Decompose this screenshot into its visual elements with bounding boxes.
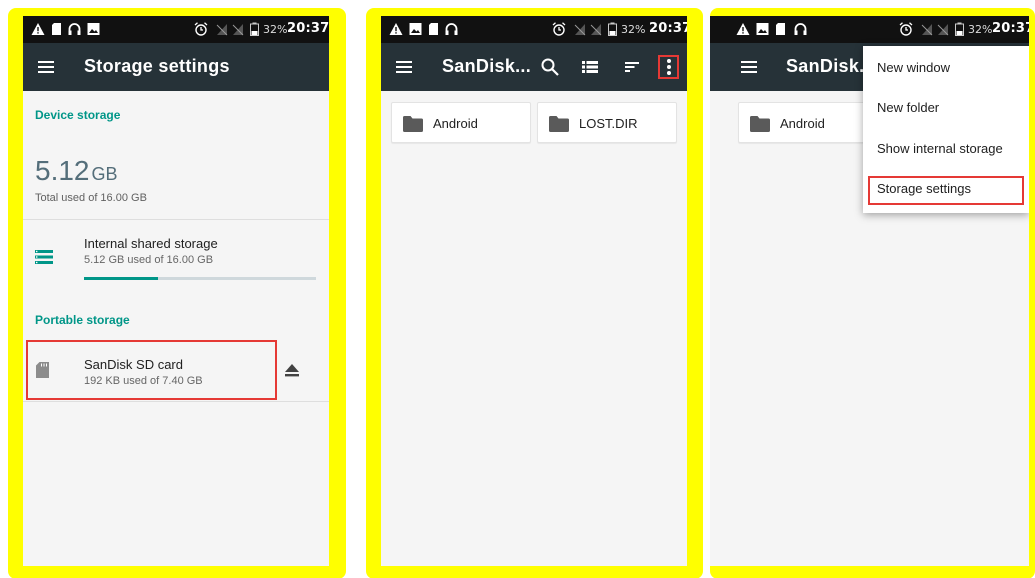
storage-list-icon [35,250,53,264]
status-bar: 32% 20:37 [381,16,687,43]
menu-item-label: New folder [877,100,940,115]
sort-icon[interactable] [621,56,643,78]
folder-card-android[interactable]: Android [391,102,531,143]
folder-name: Android [780,116,825,131]
sd-card-icon [429,23,438,35]
image-icon [756,23,769,35]
alarm-icon [194,22,208,36]
internal-storage-title: Internal shared storage [84,236,218,251]
headset-icon [445,23,458,35]
highlight-sd-card [26,340,277,400]
menu-item-new-folder[interactable]: New folder [863,88,1029,128]
no-signal-icon [216,24,228,36]
no-signal-icon [937,24,949,36]
battery-percent: 32% [968,23,993,36]
phone-screen-storage-settings: 32% 20:37 Storage settings Device storag… [23,16,329,566]
phone-screen-sd-browser: 32% 20:37 SanDisk... Android LOST.DIR [381,16,687,566]
clock: 20:37 [287,21,329,36]
folder-icon [549,116,569,132]
page-title: SanDisk... [786,56,876,76]
device-total-unit: GB [91,164,118,184]
internal-storage-progress [84,277,316,280]
divider [23,401,329,402]
battery-icon [608,22,617,36]
warning-icon [31,23,45,35]
internal-storage-row[interactable]: Internal shared storage 5.12 GB used of … [23,220,329,292]
warning-icon [389,23,403,35]
internal-storage-progress-fill [84,277,159,280]
menu-item-show-internal-storage[interactable]: Show internal storage [863,129,1029,169]
internal-storage-subtitle: 5.12 GB used of 16.00 GB [84,254,214,266]
warning-icon [736,23,750,35]
page-title: Storage settings [84,56,230,76]
battery-icon [250,22,259,36]
no-signal-icon [590,24,602,36]
battery-icon [955,22,964,36]
sd-card-icon [52,23,61,35]
app-toolbar: SanDisk... [381,43,687,91]
portable-storage-header: Portable storage [35,313,130,327]
sd-card-icon [776,23,785,35]
clock: 20:37 [649,21,687,36]
device-storage-header: Device storage [35,108,121,122]
menu-item-new-window[interactable]: New window [863,48,1029,88]
device-total-value: 5.12 [35,155,90,186]
no-signal-icon [232,24,244,36]
device-total-caption: Total used of 16.00 GB [35,192,147,204]
no-signal-icon [574,24,586,36]
hamburger-menu-icon[interactable] [393,56,415,78]
battery-percent: 32% [621,23,646,36]
app-toolbar: Storage settings [23,43,329,91]
highlight-more-button [658,55,679,79]
menu-item-label: Show internal storage [877,141,1003,156]
hamburger-menu-icon[interactable] [738,56,760,78]
alarm-icon [899,22,913,36]
folder-icon [403,116,423,132]
no-signal-icon [921,24,933,36]
search-icon[interactable] [539,56,561,78]
phone-screen-overflow-menu: 32% 20:37 SanDisk... Android New window … [710,16,1029,566]
image-icon [409,23,422,35]
status-bar: 32% 20:37 [23,16,329,43]
clock: 20:37 [992,21,1029,36]
folder-name: Android [433,116,478,131]
hamburger-menu-icon[interactable] [35,56,57,78]
image-icon [87,23,100,35]
eject-icon[interactable] [285,364,299,377]
folder-card-lost-dir[interactable]: LOST.DIR [537,102,677,143]
page-title: SanDisk... [442,56,532,76]
battery-percent: 32% [263,23,288,36]
device-total-used: 5.12 GB [35,155,118,187]
list-view-icon[interactable] [579,56,601,78]
folder-name: LOST.DIR [579,116,638,131]
folder-icon [750,116,770,132]
headset-icon [68,23,81,35]
highlight-storage-settings [868,176,1024,205]
headset-icon [794,23,807,35]
alarm-icon [552,22,566,36]
folder-card-android[interactable]: Android [738,102,878,143]
status-bar: 32% 20:37 [710,16,1029,43]
overflow-menu: New window New folder Show internal stor… [863,46,1029,213]
menu-item-label: New window [877,60,950,75]
